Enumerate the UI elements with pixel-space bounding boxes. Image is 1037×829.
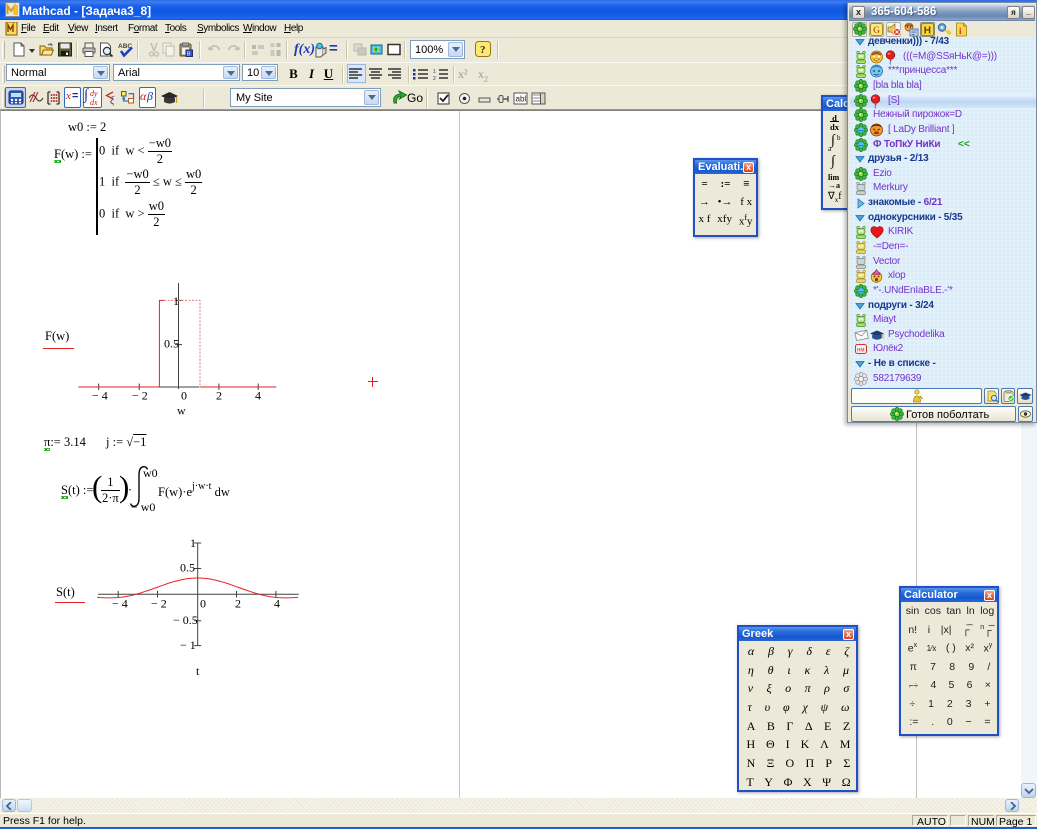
svg-text:0: 0 (200, 597, 206, 611)
svg-text:1: 1 (433, 69, 436, 75)
svg-text:4: 4 (255, 389, 261, 403)
svg-text:2: 2 (216, 389, 222, 403)
svg-text:abl: abl (516, 95, 527, 104)
svg-text:ξ: ξ (110, 96, 115, 106)
svg-text:2: 2 (235, 597, 241, 611)
svg-text:1: 1 (190, 536, 196, 550)
svg-text:− 4: − 4 (92, 389, 108, 403)
svg-text:4: 4 (274, 597, 280, 611)
svg-text:0: 0 (181, 389, 187, 403)
svg-text:− 2: − 2 (151, 597, 167, 611)
svg-text:− 4: − 4 (112, 597, 128, 611)
svg-text:1: 1 (173, 294, 179, 308)
svg-text:− 1: − 1 (180, 638, 196, 652)
svg-text:0.5: 0.5 (164, 337, 179, 351)
svg-text:?: ? (480, 44, 486, 56)
svg-text:− 0.5: − 0.5 (173, 613, 198, 627)
svg-text:G: G (873, 25, 880, 35)
svg-text:− 2: − 2 (132, 389, 148, 403)
svg-text:2: 2 (433, 76, 436, 81)
svg-text:w: w (177, 404, 186, 418)
svg-text:нм: нм (857, 348, 864, 354)
svg-text:0.5: 0.5 (180, 561, 195, 575)
svg-text:t: t (196, 664, 200, 678)
